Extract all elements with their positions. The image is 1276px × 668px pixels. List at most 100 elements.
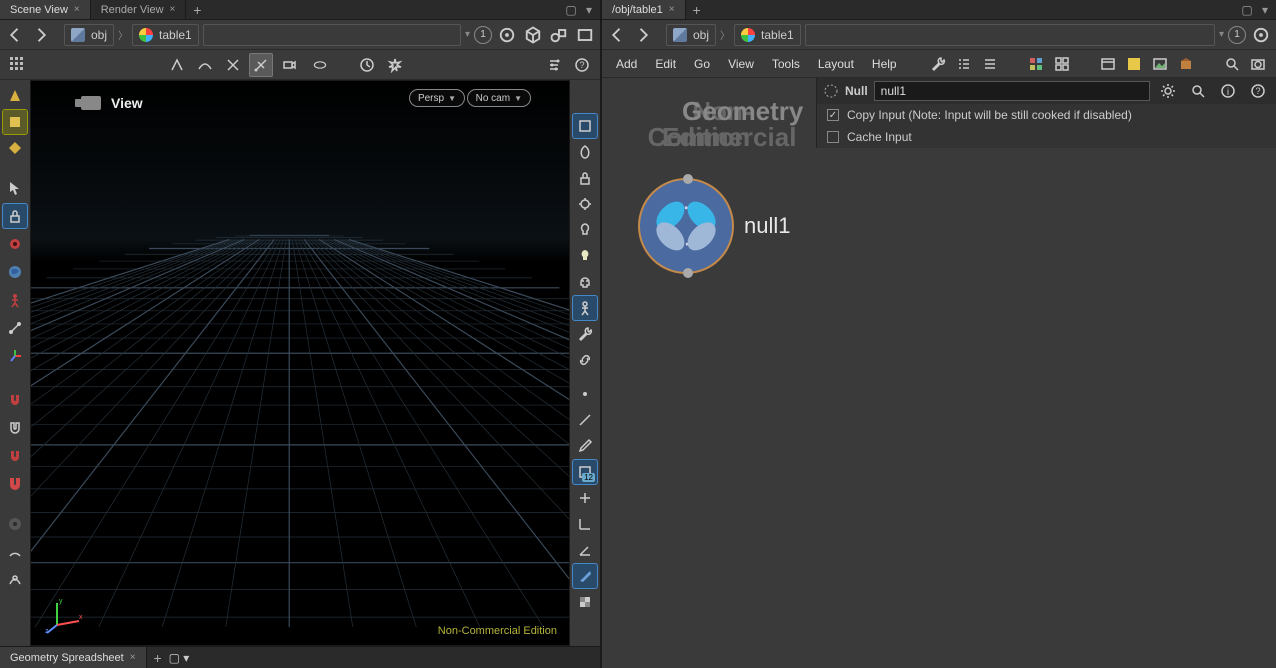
gear-dark-icon[interactable]	[3, 512, 27, 536]
snap-point-icon[interactable]	[165, 53, 189, 77]
close-icon[interactable]: ×	[130, 652, 136, 663]
close-icon[interactable]: ×	[669, 4, 675, 15]
path-segment-obj[interactable]: obj	[666, 24, 716, 46]
search-icon[interactable]	[1220, 52, 1244, 76]
pane-menu-icon[interactable]: ▾	[183, 651, 189, 665]
explosion-icon[interactable]	[383, 53, 407, 77]
ghost-icon[interactable]	[573, 192, 597, 216]
image-icon[interactable]	[1148, 52, 1172, 76]
view-camera-icon[interactable]	[277, 53, 301, 77]
menu-view[interactable]: View	[720, 53, 762, 75]
tab-render-view[interactable]: Render View ×	[91, 0, 187, 19]
chevron-down-icon[interactable]: ▾	[465, 29, 470, 40]
toolbar-card-icon[interactable]	[574, 24, 596, 46]
pane-menu-icon[interactable]: ▾	[1258, 3, 1272, 17]
display-points-icon[interactable]	[573, 114, 597, 138]
forward-button[interactable]	[30, 24, 52, 46]
menu-go[interactable]: Go	[686, 53, 718, 75]
brush-line-icon[interactable]	[573, 408, 597, 432]
path-input[interactable]	[805, 24, 1215, 46]
clock-icon[interactable]	[355, 53, 379, 77]
magnet-wire-icon[interactable]	[3, 416, 27, 440]
badge-12-icon[interactable]: 12	[573, 460, 597, 484]
param-copy-input[interactable]: Copy Input (Note: Input will be still co…	[817, 104, 1276, 126]
camera-dropdown[interactable]: No cam▼	[467, 89, 531, 107]
help-icon[interactable]: ?	[1246, 79, 1270, 103]
checker-icon[interactable]	[573, 590, 597, 614]
lock-icon[interactable]	[573, 166, 597, 190]
display-leaf-icon[interactable]	[573, 140, 597, 164]
node-name-field[interactable]	[874, 81, 1150, 101]
menu-add[interactable]: Add	[608, 53, 645, 75]
close-icon[interactable]: ×	[170, 4, 176, 15]
eyedrop-icon[interactable]	[573, 434, 597, 458]
menu-tools[interactable]: Tools	[764, 53, 808, 75]
snapshot-icon[interactable]	[1246, 52, 1270, 76]
shelf-diamond-icon[interactable]	[3, 136, 27, 160]
persp-dropdown[interactable]: Persp▼	[409, 89, 465, 107]
add-tab-button[interactable]: +	[147, 650, 169, 666]
gear-icon[interactable]	[1156, 79, 1180, 103]
pin-count-badge[interactable]: 1	[474, 26, 492, 44]
back-button[interactable]	[606, 24, 628, 46]
angle-icon[interactable]	[573, 538, 597, 562]
lock-tool-icon[interactable]	[3, 204, 27, 228]
tab-scene-view[interactable]: Scene View ×	[0, 0, 91, 19]
menu-edit[interactable]: Edit	[647, 53, 684, 75]
info-icon[interactable]: i	[1216, 79, 1240, 103]
list-icon[interactable]	[978, 52, 1002, 76]
pane-maximize-icon[interactable]: ▢	[564, 3, 578, 17]
pane-maximize-icon[interactable]: ▢	[1240, 3, 1254, 17]
shelf-grip-icon[interactable]	[6, 53, 30, 77]
skull-icon[interactable]	[573, 270, 597, 294]
network-canvas[interactable]: Non-Commercial Geometry Edition	[602, 78, 1276, 668]
pin-count-badge[interactable]: 1	[1228, 26, 1246, 44]
window-icon[interactable]	[1096, 52, 1120, 76]
figure-box-icon[interactable]	[573, 296, 597, 320]
shelf-box-icon[interactable]	[3, 110, 27, 134]
figure-red-icon[interactable]	[3, 288, 27, 312]
expand-icon[interactable]	[573, 486, 597, 510]
close-icon[interactable]: ×	[74, 4, 80, 15]
menu-layout[interactable]: Layout	[810, 53, 862, 75]
forward-button[interactable]	[632, 24, 654, 46]
earth-icon[interactable]	[3, 260, 27, 284]
snap-grid-icon[interactable]	[221, 53, 245, 77]
pane-maximize-icon[interactable]: ▢	[169, 651, 180, 665]
palette-grid-icon[interactable]	[1024, 52, 1048, 76]
follow-selection-button[interactable]	[1250, 24, 1272, 46]
path-segment-obj[interactable]: obj	[64, 24, 114, 46]
snap-curve-icon[interactable]	[193, 53, 217, 77]
select-tool-icon[interactable]	[3, 176, 27, 200]
node-null1[interactable]: null1	[638, 178, 790, 274]
viewport-3d[interactable]: View Persp▼ No cam▼ Non-Commercial Editi…	[30, 80, 570, 646]
tree-list-icon[interactable]	[952, 52, 976, 76]
magnet-red-icon[interactable]	[3, 388, 27, 412]
back-button[interactable]	[4, 24, 26, 46]
magnet-red2-icon[interactable]	[3, 444, 27, 468]
axes-icon[interactable]	[573, 512, 597, 536]
palette-alt-icon[interactable]	[1050, 52, 1074, 76]
checkbox-checked-icon[interactable]	[827, 109, 839, 121]
add-tab-button[interactable]: +	[686, 2, 708, 18]
axes-colored-icon[interactable]	[3, 344, 27, 368]
bulb-off-icon[interactable]	[573, 218, 597, 242]
snap-multi-icon[interactable]	[249, 53, 273, 77]
magnet-big-icon[interactable]	[3, 472, 27, 496]
view-oval-icon[interactable]	[305, 53, 335, 77]
node-input-connector[interactable]	[683, 174, 693, 184]
tab-geometry-spreadsheet[interactable]: Geometry Spreadsheet ×	[0, 647, 147, 668]
paint-icon[interactable]	[573, 564, 597, 588]
help-icon[interactable]: ?	[570, 53, 594, 77]
follow-selection-button[interactable]	[496, 24, 518, 46]
tab-network-path[interactable]: /obj/table1 ×	[602, 0, 686, 19]
param-cache-input[interactable]: Cache Input	[817, 126, 1276, 148]
search-icon[interactable]	[1186, 79, 1210, 103]
path-segment-geo[interactable]: table1	[132, 24, 199, 46]
path-segment-geo[interactable]: table1	[734, 24, 801, 46]
toolbar-primitives-icon[interactable]	[548, 24, 570, 46]
add-tab-button[interactable]: +	[186, 2, 208, 18]
pane-menu-icon[interactable]: ▾	[582, 3, 596, 17]
link-icon[interactable]	[573, 348, 597, 372]
toolbar-cube-icon[interactable]	[522, 24, 544, 46]
